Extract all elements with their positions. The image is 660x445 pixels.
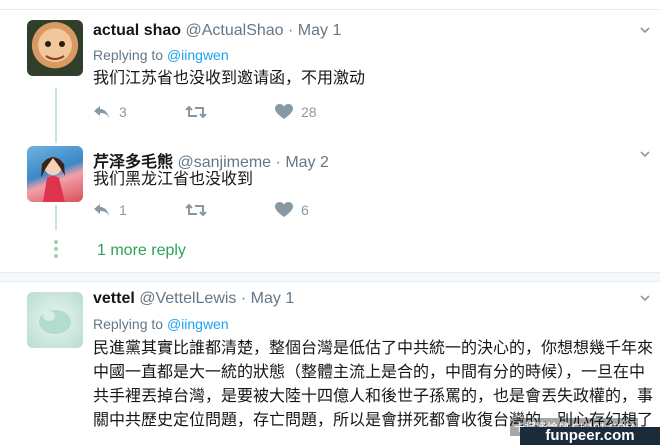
reply-button[interactable]: 3: [93, 104, 127, 120]
tweet-actual-shao[interactable]: actual shao @ActualShao · May 1 Replying…: [0, 12, 660, 132]
chevron-down-icon[interactable]: [638, 292, 652, 306]
tweet-text: 我们黑龙江省也没收到: [93, 171, 254, 188]
reply-button[interactable]: 1: [93, 202, 127, 218]
display-name[interactable]: actual shao: [93, 22, 181, 39]
user-handle[interactable]: @VettelLewis: [139, 290, 236, 307]
like-button[interactable]: 6: [275, 202, 309, 218]
more-replies-link[interactable]: 1 more reply: [97, 242, 186, 260]
section-divider: [0, 272, 660, 282]
thread-more-dots: [53, 240, 59, 261]
retweet-button[interactable]: [185, 104, 215, 120]
separator-dot: ·: [240, 290, 247, 307]
mention-link[interactable]: @iingwen: [167, 47, 229, 63]
like-count: 28: [301, 104, 317, 120]
like-count: 6: [301, 202, 309, 218]
reply-count: 1: [119, 202, 127, 218]
chevron-down-icon[interactable]: [638, 24, 652, 38]
replying-to-label: Replying to: [93, 316, 164, 332]
replying-to: Replying to @iingwen: [93, 316, 229, 332]
tweet-header: vettel @VettelLewis · May 1: [93, 290, 294, 308]
tweet-header: actual shao @ActualShao · May 1: [93, 22, 341, 40]
avatar[interactable]: [27, 146, 83, 202]
avatar[interactable]: [27, 292, 83, 348]
tweet-sanjimeme[interactable]: 芹泽多毛熊 @sanjimeme · May 2 我们黑龙江省也没收到 1 6: [0, 140, 660, 235]
tweet-date[interactable]: May 1: [251, 290, 295, 307]
separator-dot: ·: [288, 22, 294, 39]
user-handle[interactable]: @ActualShao: [185, 22, 283, 39]
top-divider: [0, 0, 660, 10]
display-name[interactable]: vettel: [93, 290, 135, 307]
chevron-down-icon[interactable]: [638, 148, 652, 162]
retweet-icon: [185, 203, 207, 217]
mention-link[interactable]: @iingwen: [167, 316, 229, 332]
replying-to-label: Replying to: [93, 47, 164, 63]
avatar[interactable]: [27, 20, 83, 76]
retweet-button[interactable]: [185, 202, 215, 218]
reply-icon: [94, 106, 109, 118]
reply-icon: [94, 204, 109, 216]
replying-to: Replying to @iingwen: [93, 47, 229, 63]
heart-icon: [275, 202, 293, 217]
watermark-site: funpeer.com: [520, 427, 660, 445]
tweet-date[interactable]: May 1: [298, 22, 342, 39]
heart-icon: [275, 104, 293, 119]
retweet-icon: [185, 105, 207, 119]
reply-count: 3: [119, 104, 127, 120]
tweet-text: 我们江苏省也没收到邀请函，不用激动: [93, 70, 366, 87]
like-button[interactable]: 28: [275, 104, 317, 120]
